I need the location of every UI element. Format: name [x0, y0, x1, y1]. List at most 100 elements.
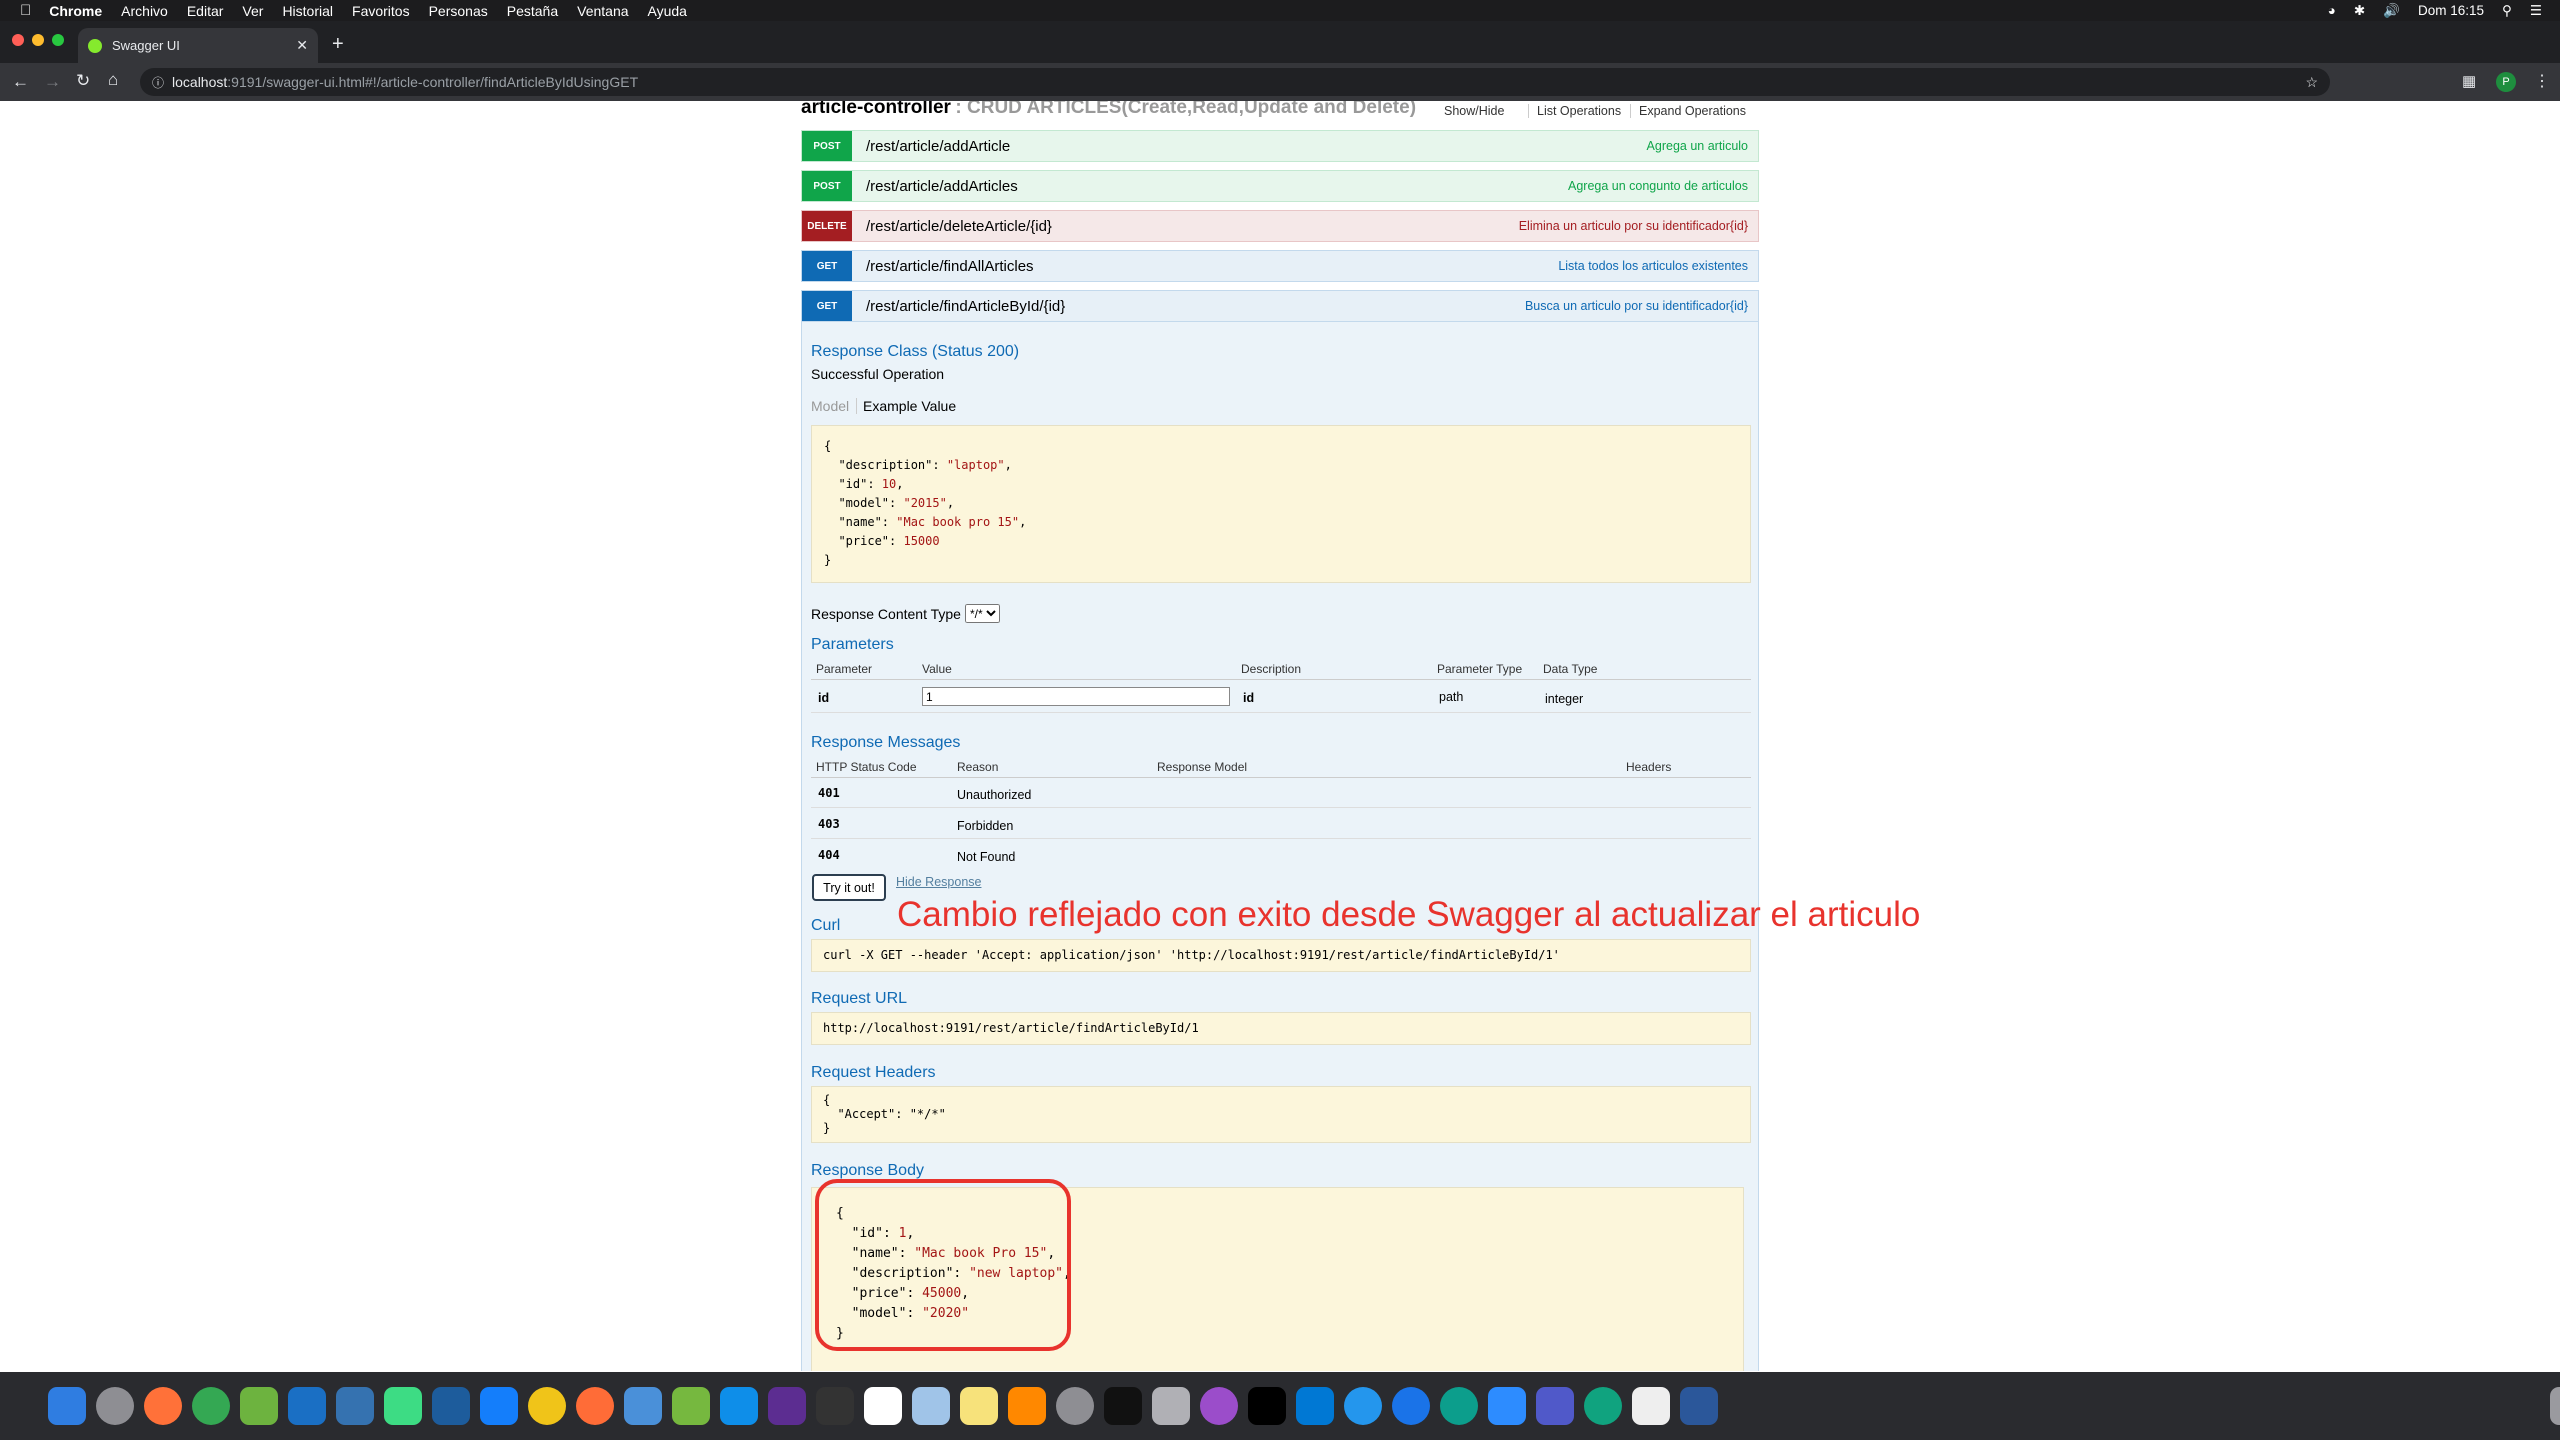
- operation-path[interactable]: /rest/article/addArticle: [866, 138, 1010, 155]
- address-bar[interactable]: ⓘ localhost :9191/swagger-ui.html#!/arti…: [140, 68, 2330, 96]
- terminal-icon[interactable]: [1104, 1387, 1142, 1425]
- header-link-expand-operations[interactable]: Expand Operations: [1630, 104, 1746, 118]
- status-code: 401: [818, 786, 840, 800]
- operation-add-article[interactable]: POST /rest/article/addArticle Agrega un …: [801, 130, 1759, 162]
- utorrent-icon[interactable]: [672, 1387, 710, 1425]
- param-data-type: integer: [1545, 692, 1584, 706]
- menu-item-archivo[interactable]: Archivo: [121, 3, 168, 19]
- menu-item-pestaña[interactable]: Pestaña: [507, 3, 558, 19]
- notes-icon[interactable]: [960, 1387, 998, 1425]
- firefox-icon[interactable]: [144, 1387, 182, 1425]
- menu-item-personas[interactable]: Personas: [429, 3, 488, 19]
- menu-item-ayuda[interactable]: Ayuda: [648, 3, 687, 19]
- model-tab[interactable]: Model: [811, 398, 849, 414]
- docker-icon[interactable]: [1344, 1387, 1382, 1425]
- android-studio-icon[interactable]: [384, 1387, 422, 1425]
- teams-icon[interactable]: [1536, 1387, 1574, 1425]
- search-icon[interactable]: ⚲: [2502, 3, 2512, 19]
- operation-delete-article[interactable]: DELETE /rest/article/deleteArticle/{id} …: [801, 210, 1759, 242]
- control-center-icon[interactable]: ☰: [2530, 3, 2542, 19]
- xcode-icon[interactable]: [480, 1387, 518, 1425]
- vscode-icon[interactable]: [1296, 1387, 1334, 1425]
- clock[interactable]: Dom 16:15: [2418, 3, 2484, 18]
- tab-swagger-ui[interactable]: Swagger UI ✕: [78, 28, 318, 63]
- header-link-show-hide[interactable]: Show/Hide: [1444, 104, 1504, 118]
- reload-icon[interactable]: ↻: [76, 71, 90, 91]
- maps-icon[interactable]: [1392, 1387, 1430, 1425]
- zoom-window-button[interactable]: [52, 34, 64, 46]
- operation-path[interactable]: /rest/article/deleteArticle/{id}: [866, 218, 1052, 235]
- volume-icon[interactable]: 🔊: [2383, 3, 2400, 19]
- word-icon[interactable]: [1680, 1387, 1718, 1425]
- calendar-icon[interactable]: [864, 1387, 902, 1425]
- header-link-list-operations[interactable]: List Operations: [1528, 104, 1621, 118]
- spring-tools-icon[interactable]: [240, 1387, 278, 1425]
- bookmark-star-icon[interactable]: ☆: [2305, 74, 2318, 91]
- textedit-icon[interactable]: [1632, 1387, 1670, 1425]
- operation-summary[interactable]: Agrega un congunto de articulos: [1568, 179, 1748, 193]
- trash-icon[interactable]: [2550, 1387, 2560, 1425]
- menu-item-historial[interactable]: Historial: [282, 3, 333, 19]
- menu-item-chrome[interactable]: Chrome: [49, 3, 102, 19]
- vlc-icon[interactable]: [1008, 1387, 1046, 1425]
- edge-icon[interactable]: [1440, 1387, 1478, 1425]
- postman-orange-icon[interactable]: [576, 1387, 614, 1425]
- home-icon[interactable]: ⌂: [108, 70, 118, 90]
- bluetooth-icon[interactable]: ✱: [2354, 3, 2365, 19]
- param-id-input[interactable]: [922, 687, 1230, 706]
- apple-icon[interactable]: : [20, 2, 31, 19]
- apple-tv-icon[interactable]: [1248, 1387, 1286, 1425]
- extensions-icon[interactable]: ▦: [2462, 72, 2476, 90]
- operation-path[interactable]: /rest/article/addArticles: [866, 178, 1018, 195]
- divider: [811, 712, 1751, 713]
- zoom-icon[interactable]: [1488, 1387, 1526, 1425]
- virtualbox-icon[interactable]: [432, 1387, 470, 1425]
- podcasts-icon[interactable]: [1200, 1387, 1238, 1425]
- operation-add-articles[interactable]: POST /rest/article/addArticles Agrega un…: [801, 170, 1759, 202]
- back-icon[interactable]: ←: [12, 72, 29, 92]
- chrome-menu-icon[interactable]: ⋮: [2534, 71, 2550, 91]
- try-it-out-button[interactable]: Try it out!: [812, 874, 886, 901]
- preview-icon[interactable]: [912, 1387, 950, 1425]
- operation-summary[interactable]: Agrega un articulo: [1647, 139, 1748, 153]
- wifi-icon[interactable]: ◕: [2328, 3, 2336, 18]
- request-headers: { "Accept": "*/*" }: [811, 1086, 1751, 1143]
- operation-summary[interactable]: Elimina un articulo por su identificador…: [1519, 219, 1748, 233]
- postman-icon[interactable]: [528, 1387, 566, 1425]
- minimize-window-button[interactable]: [32, 34, 44, 46]
- menu-item-editar[interactable]: Editar: [187, 3, 224, 19]
- close-window-button[interactable]: [12, 34, 24, 46]
- menu-item-ver[interactable]: Ver: [242, 3, 263, 19]
- forward-icon[interactable]: →: [44, 72, 61, 92]
- content-type-select[interactable]: */*: [964, 604, 1000, 623]
- operation-path[interactable]: /rest/article/findAllArticles: [866, 258, 1034, 275]
- close-tab-icon[interactable]: ✕: [296, 37, 308, 54]
- uc-icon[interactable]: [288, 1387, 326, 1425]
- operation-summary[interactable]: Lista todos los articulos existentes: [1558, 259, 1748, 273]
- launchpad-icon[interactable]: [96, 1387, 134, 1425]
- chrome-icon[interactable]: [192, 1387, 230, 1425]
- request-url: http://localhost:9191/rest/article/findA…: [811, 1012, 1751, 1045]
- info-icon[interactable]: ⓘ: [152, 74, 164, 91]
- hide-response-link[interactable]: Hide Response: [896, 875, 981, 889]
- finder-icon[interactable]: [48, 1387, 86, 1425]
- new-tab-button[interactable]: +: [332, 33, 344, 56]
- claquette-icon[interactable]: [816, 1387, 854, 1425]
- mail-icon[interactable]: [624, 1387, 662, 1425]
- operation-find-all-articles[interactable]: GET /rest/article/findAllArticles Lista …: [801, 250, 1759, 282]
- example-value-tab[interactable]: Example Value: [856, 398, 956, 414]
- menu-item-ventana[interactable]: Ventana: [577, 3, 628, 19]
- system-preferences-icon[interactable]: [1056, 1387, 1094, 1425]
- profile-avatar[interactable]: P: [2496, 72, 2516, 92]
- menu-item-favoritos[interactable]: Favoritos: [352, 3, 410, 19]
- operation-find-article-by-id[interactable]: GET /rest/article/findArticleById/{id} B…: [801, 290, 1759, 322]
- code-line: }: [824, 553, 832, 567]
- operation-path[interactable]: /rest/article/findArticleById/{id}: [866, 298, 1065, 315]
- teamviewer-icon[interactable]: [720, 1387, 758, 1425]
- chatgpt-icon[interactable]: [1584, 1387, 1622, 1425]
- sourcetree-icon[interactable]: [336, 1387, 374, 1425]
- controller-name[interactable]: article-controller: [801, 101, 951, 118]
- operation-summary[interactable]: Busca un articulo por su identificador{i…: [1525, 299, 1748, 313]
- vs-icon[interactable]: [768, 1387, 806, 1425]
- disk-utility-icon[interactable]: [1152, 1387, 1190, 1425]
